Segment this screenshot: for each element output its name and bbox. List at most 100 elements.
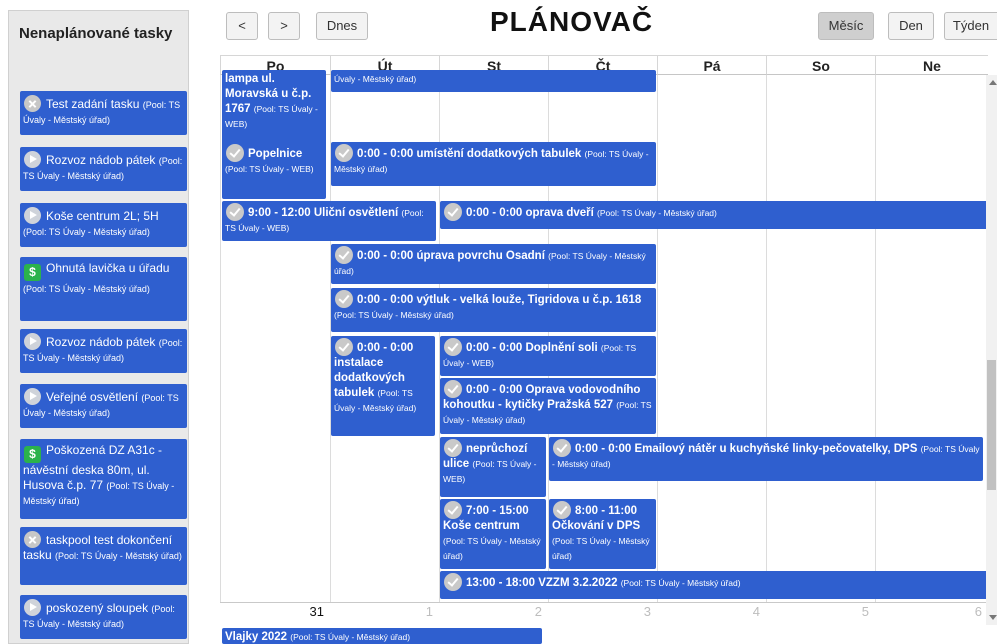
day-number[interactable]: 1 [330, 604, 433, 619]
event-content: neprůchozí ulice (Pool: TS Úvaly - WEB) [443, 439, 543, 487]
event-content: lampa ul. Moravská u č.p. 1767 (Pool: TS… [225, 72, 323, 132]
play-circle-icon [24, 388, 41, 405]
task-pool: (Pool: TS Úvaly - Městský úřad) [23, 227, 150, 237]
event-content: 8:00 - 11:00 Očkování v DPS (Pool: TS Úv… [552, 501, 653, 564]
task-title: Rozvoz nádob pátek [46, 153, 156, 167]
view-day-button[interactable]: Den [888, 12, 934, 40]
event-title: 0:00 - 0:00 oprava dveří [466, 207, 594, 219]
event-content: 0:00 - 0:00 úprava povrchu Osadní (Pool:… [334, 246, 653, 279]
calendar-event[interactable]: neprůchozí ulice (Pool: TS Úvaly - WEB) [440, 437, 546, 497]
task-title-line: Rozvoz nádob pátek (Pool: TS Úvaly - Měs… [23, 333, 184, 365]
calendar-event[interactable]: Popelnice (Pool: TS Úvaly - WEB) [222, 142, 326, 199]
event-title: Popelnice [248, 148, 303, 160]
day-column[interactable] [875, 75, 988, 602]
event-title: 0:00 - 0:00 úprava povrchu Osadní [357, 250, 545, 262]
calendar-event[interactable]: 0:00 - 0:00 Emailový nátěr u kuchyňské l… [549, 437, 983, 481]
calendar-event[interactable]: 0:00 - 0:00 výtluk - velká louže, Tigrid… [331, 288, 656, 332]
calendar-event[interactable]: Vlajky 2022 (Pool: TS Úvaly - Městský úř… [222, 628, 542, 644]
play-circle-icon [24, 333, 41, 350]
event-content: 9:00 - 12:00 Uliční osvětlení (Pool: TS … [225, 203, 433, 236]
event-content: Vlajky 2022 (Pool: TS Úvaly - Městský úř… [225, 630, 539, 644]
task-title-line: poskozený sloupek (Pool: TS Úvaly - Měst… [23, 599, 184, 631]
calendar-event[interactable]: 9:00 - 12:00 Uliční osvětlení (Pool: TS … [222, 201, 436, 241]
view-week-button[interactable]: Týden [944, 12, 997, 40]
event-content: 0:00 - 0:00 oprava dveří (Pool: TS Úvaly… [443, 203, 985, 221]
day-number[interactable]: 31 [220, 604, 324, 619]
check-circle-icon [335, 246, 353, 264]
event-content: 0:00 - 0:00 výtluk - velká louže, Tigrid… [334, 290, 653, 323]
check-circle-icon [444, 501, 462, 519]
check-circle-icon [335, 338, 353, 356]
page-title: PLÁNOVAČ [490, 6, 654, 37]
day-number[interactable]: 6 [875, 604, 982, 619]
check-circle-icon [444, 573, 462, 591]
event-title: 0:00 - 0:00 Emailový nátěr u kuchyňské l… [575, 443, 918, 455]
task-title: poskozený sloupek [46, 601, 149, 615]
event-title: 0:00 - 0:00 výtluk - velká louže, Tigrid… [357, 294, 642, 306]
day-column[interactable] [766, 75, 875, 602]
event-title: 0:00 - 0:00 umístění dodatkových tabulek [357, 148, 582, 160]
day-number[interactable]: 5 [766, 604, 869, 619]
unscheduled-task[interactable]: Test zadání tasku (Pool: TS Úvaly - Měst… [20, 91, 187, 135]
calendar-scrollbar[interactable] [986, 75, 997, 625]
calendar-event[interactable]: 0:00 - 0:00 Oprava vodovodního kohoutku … [440, 378, 656, 434]
day-number[interactable]: 4 [657, 604, 760, 619]
task-title-line: Koše centrum 2L; 5H (Pool: TS Úvaly - Mě… [23, 207, 184, 239]
event-content: 7:00 - 15:00 Koše centrum (Pool: TS Úval… [443, 501, 543, 564]
play-circle-icon [24, 151, 41, 168]
day-number[interactable]: 3 [548, 604, 651, 619]
task-title: Koše centrum 2L; 5H [46, 209, 159, 223]
unscheduled-task[interactable]: Veřejné osvětlení (Pool: TS Úvaly - Měst… [20, 384, 187, 428]
weekday-header: Ne [875, 55, 988, 75]
unscheduled-task[interactable]: poskozený sloupek (Pool: TS Úvaly - Měst… [20, 595, 187, 639]
task-title-line: Test zadání tasku (Pool: TS Úvaly - Měst… [23, 95, 184, 127]
check-circle-icon [444, 380, 462, 398]
unscheduled-task[interactable]: $ Ohnutá lavička u úřadu (Pool: TS Úvaly … [20, 257, 187, 321]
weekday-header: Pá [657, 55, 766, 75]
calendar-event[interactable]: Úvaly - Městský úřad) [331, 70, 656, 92]
unscheduled-task[interactable]: taskpool test dokončení tasku (Pool: TS … [20, 527, 187, 585]
calendar-event[interactable]: 13:00 - 18:00 VZZM 3.2.2022 (Pool: TS Úv… [440, 571, 988, 599]
event-content: Popelnice (Pool: TS Úvaly - WEB) [225, 144, 323, 177]
event-content: 0:00 - 0:00 instalace dodatkových tabule… [334, 338, 432, 416]
event-content: 0:00 - 0:00 Doplnění soli (Pool: TS Úval… [443, 338, 653, 371]
calendar-event[interactable]: 0:00 - 0:00 oprava dveří (Pool: TS Úvaly… [440, 201, 988, 229]
panel-title: Nenaplánované tasky [19, 25, 173, 42]
play-circle-icon [24, 599, 41, 616]
scrollbar-thumb[interactable] [987, 360, 996, 490]
event-title: 9:00 - 12:00 Uliční osvětlení [248, 207, 399, 219]
play-circle-icon [24, 207, 41, 224]
event-content: 13:00 - 18:00 VZZM 3.2.2022 (Pool: TS Úv… [443, 573, 985, 591]
task-title-line: Rozvoz nádob pátek (Pool: TS Úvaly - Měs… [23, 151, 184, 183]
task-title-line: Veřejné osvětlení (Pool: TS Úvaly - Měst… [23, 388, 184, 420]
unscheduled-task[interactable]: Rozvoz nádob pátek (Pool: TS Úvaly - Měs… [20, 147, 187, 191]
view-month-button[interactable]: Měsíc [818, 12, 874, 40]
task-pool: (Pool: TS Úvaly - Městský úřad) [23, 284, 150, 294]
week-divider [220, 602, 988, 603]
check-circle-icon [444, 439, 462, 457]
check-circle-icon [226, 144, 244, 162]
calendar-event[interactable]: 0:00 - 0:00 instalace dodatkových tabule… [331, 336, 435, 436]
next-button[interactable]: > [268, 12, 300, 40]
calendar-event[interactable]: 7:00 - 15:00 Koše centrum (Pool: TS Úval… [440, 499, 546, 569]
calendar-event[interactable]: 0:00 - 0:00 úprava povrchu Osadní (Pool:… [331, 244, 656, 284]
unscheduled-task[interactable]: Rozvoz nádob pátek (Pool: TS Úvaly - Měs… [20, 329, 187, 373]
unscheduled-task[interactable]: Koše centrum 2L; 5H (Pool: TS Úvaly - Mě… [20, 203, 187, 247]
scroll-down-icon[interactable] [989, 615, 997, 620]
unscheduled-task[interactable]: $ Poškozená DZ A31c - návěstní deska 80m,… [20, 439, 187, 519]
day-number[interactable]: 2 [439, 604, 542, 619]
dollar-icon: $ [24, 446, 41, 463]
calendar-event[interactable]: lampa ul. Moravská u č.p. 1767 (Pool: TS… [222, 70, 326, 146]
scroll-up-icon[interactable] [989, 80, 997, 85]
calendar-event[interactable]: 8:00 - 11:00 Očkování v DPS (Pool: TS Úv… [549, 499, 656, 569]
check-circle-icon [553, 501, 571, 519]
calendar-event[interactable]: 0:00 - 0:00 umístění dodatkových tabulek… [331, 142, 656, 186]
check-circle-icon [553, 439, 571, 457]
day-column[interactable] [657, 75, 766, 602]
prev-button[interactable]: < [226, 12, 258, 40]
close-circle-icon [24, 95, 41, 112]
calendar-event[interactable]: 0:00 - 0:00 Doplnění soli (Pool: TS Úval… [440, 336, 656, 376]
task-title: Rozvoz nádob pátek [46, 335, 156, 349]
today-button[interactable]: Dnes [316, 12, 368, 40]
event-content: 0:00 - 0:00 Emailový nátěr u kuchyňské l… [552, 439, 980, 472]
